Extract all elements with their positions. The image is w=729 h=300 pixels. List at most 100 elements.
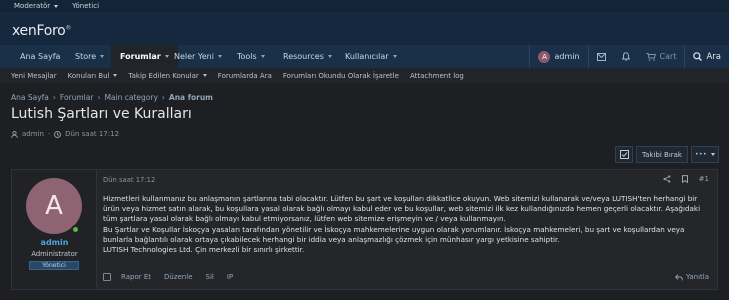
search-button[interactable]: Ara (685, 45, 729, 68)
post-paragraph: Bu Şartlar ve Koşullar İskoçya yasaları … (103, 224, 685, 234)
envelope-icon (596, 52, 606, 61)
tab-label: Tools (237, 52, 257, 61)
reply-label: Yanıtla (686, 273, 709, 281)
chevron-down-icon (54, 4, 59, 8)
report-link[interactable]: Rapor Et (121, 273, 151, 281)
tab-members[interactable]: Kullanıcılar (345, 45, 397, 68)
more-options-button[interactable]: ••• (691, 146, 719, 163)
chevron-down-icon[interactable] (260, 55, 265, 58)
account-menu[interactable]: A admin (530, 45, 587, 68)
bookmark-icon[interactable] (681, 175, 689, 183)
chevron-down-icon (711, 153, 716, 156)
user-banner: Yönetici (29, 261, 79, 270)
main-nav: Ana Sayfa Store Forumlar Neler Yeni Tool… (0, 45, 729, 68)
nav-user-area: A admin Cart Ara (529, 45, 729, 68)
thread-meta: admin · Dün saat 17:12 (11, 130, 119, 138)
tab-label: Store (75, 52, 97, 61)
edit-link[interactable]: Düzenle (164, 273, 193, 281)
site-header: xenForo® (0, 12, 729, 45)
subnav-find-threads[interactable]: Konuları Bul (68, 72, 118, 80)
tab-tools[interactable]: Tools (237, 45, 265, 68)
logo-text: xenForo (12, 23, 66, 39)
tab-whats-new[interactable]: Neler Yeni (174, 45, 222, 68)
ellipsis-icon: ••• (694, 151, 708, 158)
moderator-label: Moderatör (14, 2, 51, 10)
post-paragraph: bunlarla bağlantılı olarak ortaya çıkabi… (103, 234, 560, 244)
subnav-search-forums[interactable]: Forumlarda Ara (218, 72, 272, 80)
cart-label: Cart (659, 52, 677, 61)
post-body: Hizmetleri kullanmanız bu anlaşmanın şar… (103, 194, 709, 255)
tab-label: Neler Yeni (174, 52, 214, 61)
delete-link[interactable]: Sil (206, 273, 214, 281)
avatar: A (538, 50, 551, 63)
tab-store[interactable]: Store (75, 45, 105, 68)
chevron-down-icon[interactable] (164, 55, 169, 58)
post-date[interactable]: Dün saat 17:12 (103, 176, 155, 184)
subnav-mark-read[interactable]: Forumları Okundu Olarak İşaretle (283, 72, 399, 80)
chevron-right-icon: › (97, 93, 101, 102)
tab-home[interactable]: Ana Sayfa (20, 45, 60, 68)
user-title: Administrator (31, 250, 78, 258)
tab-label: Resources (283, 52, 324, 61)
cart-button[interactable]: Cart (638, 45, 685, 68)
inbox-button[interactable] (589, 45, 614, 68)
post-actions: Rapor Et Düzenle Sil IP (103, 273, 246, 281)
breadcrumb-item[interactable]: Ana Sayfa (11, 93, 49, 102)
checkbox-icon (619, 150, 629, 159)
post-user-info: A admin Administrator Yönetici (12, 170, 97, 289)
thread-author[interactable]: admin (22, 130, 44, 138)
post-paragraph: tüm şartlara yasal olarak bağlı olmayı k… (103, 214, 506, 224)
subnav-label: Takip Edilen Konular (128, 71, 199, 80)
reply-icon (675, 273, 683, 280)
subnav-label: Konuları Bul (67, 71, 110, 80)
post-paragraph: LUTISH Technologies Ltd. Çin merkezli bi… (103, 245, 305, 255)
moderator-menu[interactable]: Moderatör (14, 2, 59, 10)
thread-date[interactable]: Dün saat 17:12 (65, 130, 119, 138)
site-logo[interactable]: xenForo® (12, 23, 71, 39)
tab-label: Forumlar (120, 52, 161, 61)
select-toggle-button[interactable] (615, 146, 633, 163)
tab-label: Kullanıcılar (345, 52, 389, 61)
breadcrumb-item[interactable]: Ana forum (169, 93, 213, 102)
chevron-down-icon[interactable] (392, 55, 397, 58)
sub-nav: Yeni Mesajlar Konuları Bul Takip Edilen … (0, 68, 729, 83)
unwatch-button[interactable]: Takibi Bırak (636, 146, 688, 163)
search-label: Ara (706, 51, 721, 62)
subnav-attachment-log[interactable]: Attachment log (410, 72, 464, 80)
breadcrumb-item[interactable]: Forumlar (60, 93, 94, 102)
reply-link[interactable]: Yanıtla (675, 273, 709, 281)
cart-icon (646, 52, 656, 61)
subnav-watched[interactable]: Takip Edilen Konular (128, 71, 207, 80)
clock-icon (54, 130, 62, 138)
share-icon[interactable] (663, 175, 671, 183)
chevron-down-icon (113, 74, 118, 77)
thread-actions: Takibi Bırak ••• (615, 146, 719, 163)
chevron-right-icon: › (52, 93, 56, 102)
chevron-right-icon: › (161, 93, 165, 102)
search-icon (693, 52, 703, 61)
select-post-checkbox[interactable] (103, 273, 111, 281)
post-number[interactable]: #1 (699, 175, 709, 183)
tab-resources[interactable]: Resources (283, 45, 332, 68)
admin-link[interactable]: Yönetici (72, 2, 99, 10)
chevron-down-icon[interactable] (100, 55, 105, 58)
separator-dot: · (47, 130, 51, 138)
alerts-button[interactable] (614, 45, 638, 68)
chevron-down-icon[interactable] (217, 55, 222, 58)
chevron-down-icon[interactable] (327, 55, 332, 58)
tab-forums[interactable]: Forumlar (111, 45, 178, 68)
post-username[interactable]: admin (12, 238, 97, 247)
breadcrumb: Ana Sayfa › Forumlar › Main category › A… (11, 93, 213, 102)
account-username: admin (554, 52, 580, 61)
page-title: Lutish Şartları ve Kuralları (11, 106, 192, 122)
post-paragraph: Hizmetleri kullanmanız bu anlaşmanın şar… (103, 194, 698, 203)
staff-bar: Moderatör Yönetici (0, 0, 729, 12)
subnav-new-posts[interactable]: Yeni Mesajlar (11, 72, 57, 80)
post-paragraph: ürün veya hizmet satın alarak, bu koşull… (103, 204, 701, 214)
breadcrumb-item[interactable]: Main category (104, 93, 157, 102)
online-indicator (71, 225, 80, 234)
bell-icon (621, 52, 630, 61)
user-icon (11, 130, 18, 138)
ip-link[interactable]: IP (227, 273, 233, 281)
tab-label: Ana Sayfa (20, 52, 61, 61)
